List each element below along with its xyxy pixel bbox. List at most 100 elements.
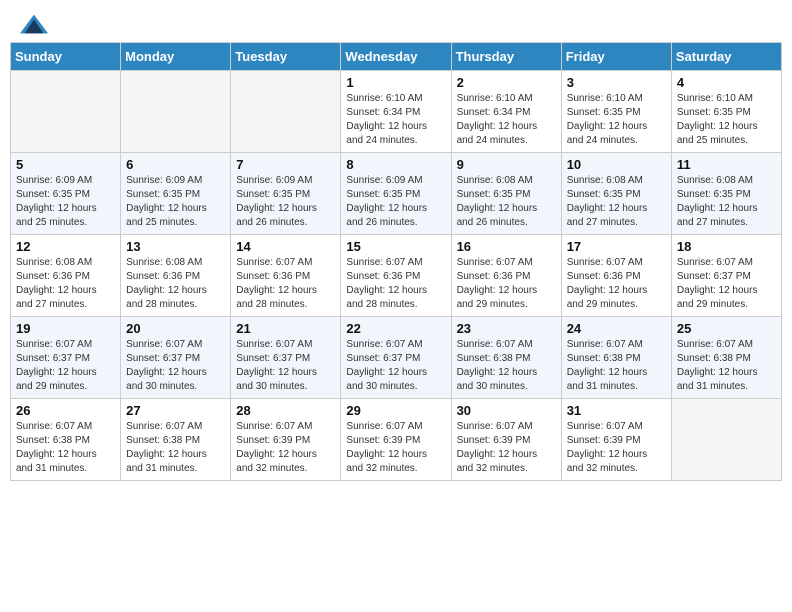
day-info: Sunrise: 6:07 AM Sunset: 6:36 PM Dayligh… bbox=[236, 256, 335, 312]
calendar-week-row: 26 Sunrise: 6:07 AM Sunset: 6:38 PM Dayli… bbox=[11, 399, 782, 481]
day-info: Sunrise: 6:07 AM Sunset: 6:36 PM Dayligh… bbox=[567, 256, 666, 312]
calendar-day-cell: 3 Sunrise: 6:10 AM Sunset: 6:35 PM Daylig… bbox=[561, 71, 671, 153]
day-info: Sunrise: 6:07 AM Sunset: 6:37 PM Dayligh… bbox=[126, 338, 225, 394]
weekday-header: Tuesday bbox=[231, 43, 341, 71]
calendar-day-cell: 30Sunrise: 6:07 AM Sunset: 6:39 PM Dayli… bbox=[451, 399, 561, 481]
calendar-day-cell bbox=[11, 71, 121, 153]
day-info: Sunrise: 6:10 AM Sunset: 6:35 PM Dayligh… bbox=[567, 92, 666, 148]
day-number: 16 bbox=[457, 239, 556, 254]
day-info: Sunrise: 6:07 AM Sunset: 6:37 PM Dayligh… bbox=[346, 338, 445, 394]
day-number: 14 bbox=[236, 239, 335, 254]
day-number: 7 bbox=[236, 157, 335, 172]
calendar-week-row: 5 Sunrise: 6:09 AM Sunset: 6:35 PM Daylig… bbox=[11, 153, 782, 235]
calendar-table: SundayMondayTuesdayWednesdayThursdayFrid… bbox=[10, 42, 782, 481]
day-info: Sunrise: 6:10 AM Sunset: 6:35 PM Dayligh… bbox=[677, 92, 776, 148]
day-info: Sunrise: 6:10 AM Sunset: 6:34 PM Dayligh… bbox=[346, 92, 445, 148]
weekday-header: Friday bbox=[561, 43, 671, 71]
calendar-day-cell: 17 Sunrise: 6:07 AM Sunset: 6:36 PM Dayli… bbox=[561, 235, 671, 317]
calendar-day-cell: 1 Sunrise: 6:10 AM Sunset: 6:34 PM Daylig… bbox=[341, 71, 451, 153]
day-number: 13 bbox=[126, 239, 225, 254]
day-number: 6 bbox=[126, 157, 225, 172]
page-header bbox=[10, 10, 782, 34]
day-number: 22 bbox=[346, 321, 445, 336]
calendar-day-cell: 25 Sunrise: 6:07 AM Sunset: 6:38 PM Dayli… bbox=[671, 317, 781, 399]
calendar-day-cell: 16Sunrise: 6:07 AM Sunset: 6:36 PM Dayli… bbox=[451, 235, 561, 317]
calendar-day-cell: 4 Sunrise: 6:10 AM Sunset: 6:35 PM Daylig… bbox=[671, 71, 781, 153]
calendar-day-cell: 27Sunrise: 6:07 AM Sunset: 6:38 PM Dayli… bbox=[121, 399, 231, 481]
calendar-day-cell bbox=[231, 71, 341, 153]
day-info: Sunrise: 6:08 AM Sunset: 6:35 PM Dayligh… bbox=[677, 174, 776, 230]
day-info: Sunrise: 6:07 AM Sunset: 6:38 PM Dayligh… bbox=[16, 420, 115, 476]
day-number: 30 bbox=[457, 403, 556, 418]
calendar-day-cell: 12 Sunrise: 6:08 AM Sunset: 6:36 PM Dayli… bbox=[11, 235, 121, 317]
weekday-header: Saturday bbox=[671, 43, 781, 71]
day-number: 8 bbox=[346, 157, 445, 172]
day-info: Sunrise: 6:07 AM Sunset: 6:38 PM Dayligh… bbox=[457, 338, 556, 394]
calendar-day-cell: 24Sunrise: 6:07 AM Sunset: 6:38 PM Dayli… bbox=[561, 317, 671, 399]
day-number: 9 bbox=[457, 157, 556, 172]
calendar-day-cell: 5 Sunrise: 6:09 AM Sunset: 6:35 PM Daylig… bbox=[11, 153, 121, 235]
day-number: 23 bbox=[457, 321, 556, 336]
day-number: 18 bbox=[677, 239, 776, 254]
day-number: 5 bbox=[16, 157, 115, 172]
calendar-week-row: 12 Sunrise: 6:08 AM Sunset: 6:36 PM Dayli… bbox=[11, 235, 782, 317]
calendar-day-cell: 29 Sunrise: 6:07 AM Sunset: 6:39 PM Dayli… bbox=[341, 399, 451, 481]
day-number: 27 bbox=[126, 403, 225, 418]
day-info: Sunrise: 6:08 AM Sunset: 6:36 PM Dayligh… bbox=[126, 256, 225, 312]
calendar-day-cell: 13 Sunrise: 6:08 AM Sunset: 6:36 PM Dayli… bbox=[121, 235, 231, 317]
calendar-day-cell: 23 Sunrise: 6:07 AM Sunset: 6:38 PM Dayli… bbox=[451, 317, 561, 399]
calendar-day-cell: 22 Sunrise: 6:07 AM Sunset: 6:37 PM Dayli… bbox=[341, 317, 451, 399]
day-number: 25 bbox=[677, 321, 776, 336]
day-number: 20 bbox=[126, 321, 225, 336]
day-info: Sunrise: 6:07 AM Sunset: 6:39 PM Dayligh… bbox=[236, 420, 335, 476]
logo bbox=[18, 14, 48, 30]
calendar-day-cell: 28Sunrise: 6:07 AM Sunset: 6:39 PM Dayli… bbox=[231, 399, 341, 481]
day-number: 3 bbox=[567, 75, 666, 90]
day-info: Sunrise: 6:07 AM Sunset: 6:39 PM Dayligh… bbox=[346, 420, 445, 476]
calendar-day-cell: 9 Sunrise: 6:08 AM Sunset: 6:35 PM Daylig… bbox=[451, 153, 561, 235]
day-info: Sunrise: 6:09 AM Sunset: 6:35 PM Dayligh… bbox=[126, 174, 225, 230]
day-number: 2 bbox=[457, 75, 556, 90]
calendar-week-row: 1 Sunrise: 6:10 AM Sunset: 6:34 PM Daylig… bbox=[11, 71, 782, 153]
day-number: 31 bbox=[567, 403, 666, 418]
calendar-day-cell bbox=[671, 399, 781, 481]
calendar-day-cell: 6 Sunrise: 6:09 AM Sunset: 6:35 PM Daylig… bbox=[121, 153, 231, 235]
calendar-day-cell: 15 Sunrise: 6:07 AM Sunset: 6:36 PM Dayli… bbox=[341, 235, 451, 317]
day-info: Sunrise: 6:08 AM Sunset: 6:35 PM Dayligh… bbox=[567, 174, 666, 230]
day-number: 12 bbox=[16, 239, 115, 254]
calendar-day-cell: 7 Sunrise: 6:09 AM Sunset: 6:35 PM Daylig… bbox=[231, 153, 341, 235]
day-number: 1 bbox=[346, 75, 445, 90]
day-number: 4 bbox=[677, 75, 776, 90]
day-number: 29 bbox=[346, 403, 445, 418]
calendar-day-cell bbox=[121, 71, 231, 153]
day-info: Sunrise: 6:08 AM Sunset: 6:35 PM Dayligh… bbox=[457, 174, 556, 230]
calendar-header-row: SundayMondayTuesdayWednesdayThursdayFrid… bbox=[11, 43, 782, 71]
day-info: Sunrise: 6:09 AM Sunset: 6:35 PM Dayligh… bbox=[346, 174, 445, 230]
day-info: Sunrise: 6:07 AM Sunset: 6:38 PM Dayligh… bbox=[567, 338, 666, 394]
weekday-header: Thursday bbox=[451, 43, 561, 71]
day-info: Sunrise: 6:07 AM Sunset: 6:37 PM Dayligh… bbox=[677, 256, 776, 312]
calendar-day-cell: 8 Sunrise: 6:09 AM Sunset: 6:35 PM Daylig… bbox=[341, 153, 451, 235]
day-info: Sunrise: 6:08 AM Sunset: 6:36 PM Dayligh… bbox=[16, 256, 115, 312]
weekday-header: Monday bbox=[121, 43, 231, 71]
day-info: Sunrise: 6:10 AM Sunset: 6:34 PM Dayligh… bbox=[457, 92, 556, 148]
calendar-week-row: 19Sunrise: 6:07 AM Sunset: 6:37 PM Dayli… bbox=[11, 317, 782, 399]
day-info: Sunrise: 6:09 AM Sunset: 6:35 PM Dayligh… bbox=[16, 174, 115, 230]
logo-icon bbox=[20, 14, 48, 34]
calendar-day-cell: 20 Sunrise: 6:07 AM Sunset: 6:37 PM Dayli… bbox=[121, 317, 231, 399]
day-info: Sunrise: 6:07 AM Sunset: 6:37 PM Dayligh… bbox=[16, 338, 115, 394]
calendar-day-cell: 21Sunrise: 6:07 AM Sunset: 6:37 PM Dayli… bbox=[231, 317, 341, 399]
calendar-day-cell: 31Sunrise: 6:07 AM Sunset: 6:39 PM Dayli… bbox=[561, 399, 671, 481]
day-info: Sunrise: 6:07 AM Sunset: 6:38 PM Dayligh… bbox=[677, 338, 776, 394]
day-info: Sunrise: 6:09 AM Sunset: 6:35 PM Dayligh… bbox=[236, 174, 335, 230]
day-number: 26 bbox=[16, 403, 115, 418]
day-number: 15 bbox=[346, 239, 445, 254]
calendar-day-cell: 10 Sunrise: 6:08 AM Sunset: 6:35 PM Dayli… bbox=[561, 153, 671, 235]
calendar-day-cell: 18 Sunrise: 6:07 AM Sunset: 6:37 PM Dayli… bbox=[671, 235, 781, 317]
day-number: 10 bbox=[567, 157, 666, 172]
calendar-day-cell: 14 Sunrise: 6:07 AM Sunset: 6:36 PM Dayli… bbox=[231, 235, 341, 317]
day-info: Sunrise: 6:07 AM Sunset: 6:36 PM Dayligh… bbox=[346, 256, 445, 312]
day-number: 17 bbox=[567, 239, 666, 254]
calendar-day-cell: 11Sunrise: 6:08 AM Sunset: 6:35 PM Dayli… bbox=[671, 153, 781, 235]
logo-text bbox=[18, 14, 48, 34]
